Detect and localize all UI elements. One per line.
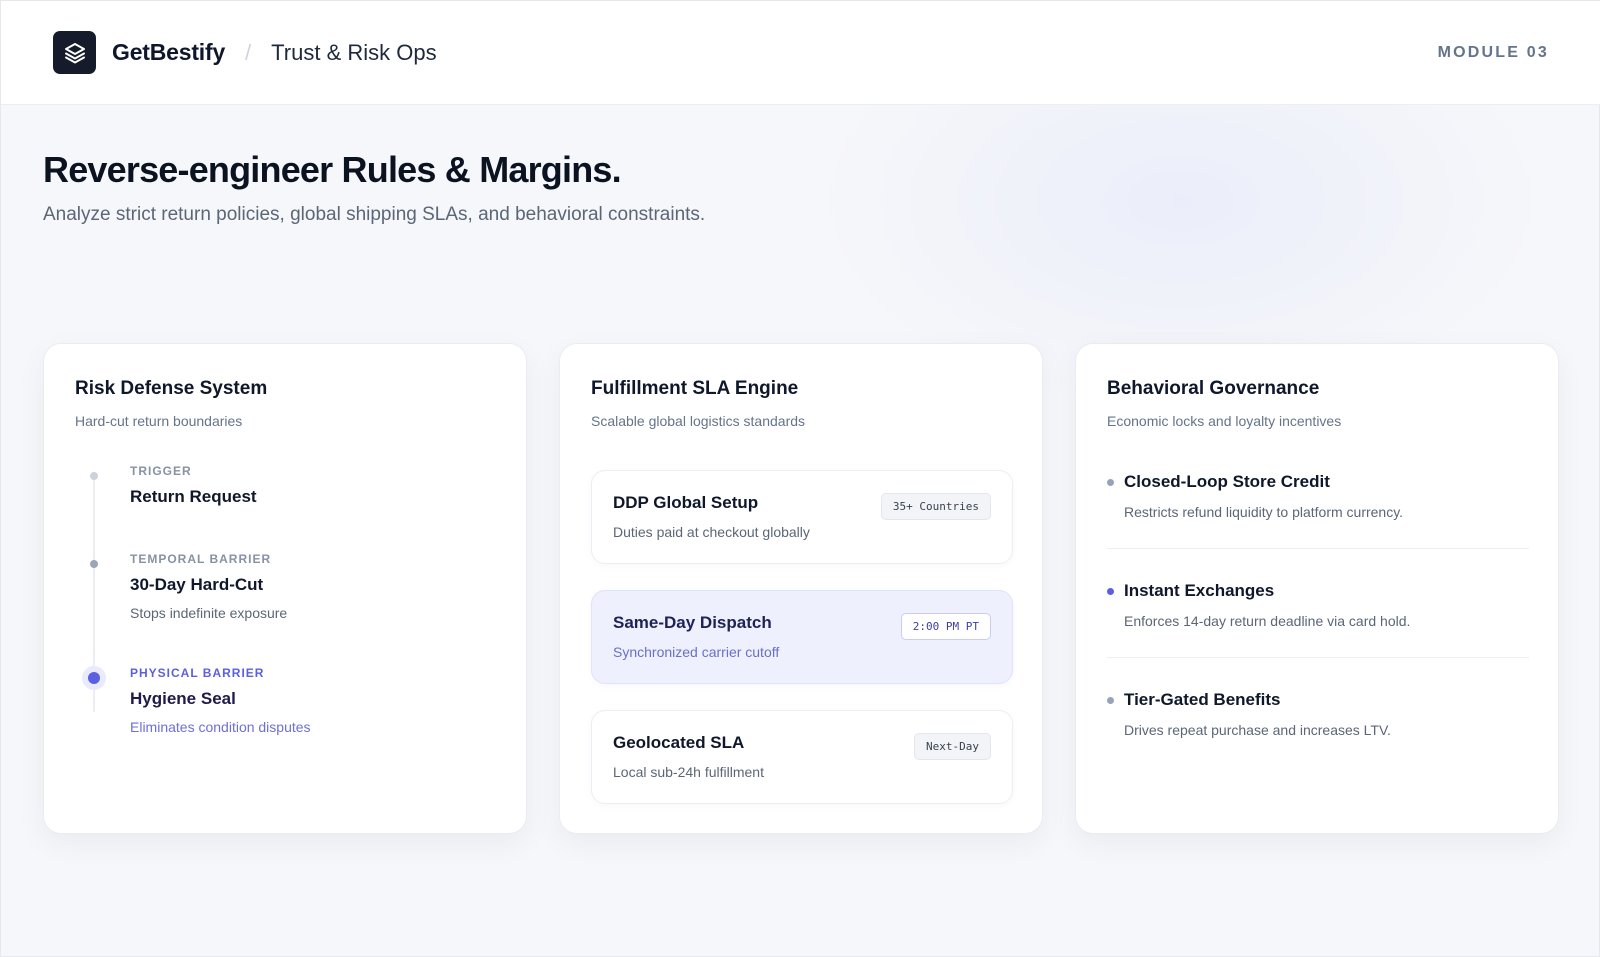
- governance-item[interactable]: Tier-Gated Benefits Drives repeat purcha…: [1107, 690, 1529, 738]
- timeline-dot: [90, 472, 98, 480]
- governance-description: Restricts refund liquidity to platform c…: [1124, 504, 1404, 520]
- fulfillment-sla-card: Fulfillment SLA Engine Scalable global l…: [559, 343, 1043, 834]
- bullet-dot: [1107, 696, 1114, 704]
- sla-item[interactable]: Geolocated SLA Local sub-24h fulfillment…: [591, 710, 1013, 804]
- app-frame: GetBestify / Trust & Risk Ops MODULE 03 …: [0, 0, 1600, 957]
- governance-item-header: Tier-Gated Benefits: [1107, 690, 1529, 710]
- card-subtitle: Hard-cut return boundaries: [75, 413, 243, 429]
- sla-badge: Next-Day: [914, 733, 991, 760]
- sla-item[interactable]: DDP Global Setup Duties paid at checkout…: [591, 470, 1013, 564]
- step-description: Stops indefinite exposure: [130, 605, 288, 621]
- step-title: Hygiene Seal: [130, 689, 236, 708]
- card-subtitle: Economic locks and loyalty incentives: [1107, 413, 1342, 429]
- bullet-dot: [1107, 478, 1114, 486]
- divider: [1107, 548, 1529, 549]
- step-description: Eliminates condition disputes: [130, 719, 311, 735]
- timeline-step-active[interactable]: PHYSICAL BARRIER Hygiene Seal Eliminates…: [75, 666, 495, 735]
- page-subtitle: Analyze strict return policies, global s…: [43, 204, 706, 225]
- timeline-step[interactable]: TRIGGER Return Request: [75, 464, 495, 507]
- sla-badge: 35+ Countries: [880, 493, 991, 520]
- sla-description: Local sub-24h fulfillment: [613, 764, 764, 780]
- step-title: 30-Day Hard-Cut: [130, 575, 264, 594]
- step-label: TRIGGER: [130, 464, 192, 478]
- governance-item-active[interactable]: Instant Exchanges Enforces 14-day return…: [1107, 581, 1529, 629]
- timeline-dot-active: [82, 666, 106, 690]
- sla-description: Synchronized carrier cutoff: [613, 644, 780, 660]
- governance-item-header: Instant Exchanges: [1107, 581, 1529, 601]
- card-subtitle: Scalable global logistics standards: [591, 413, 806, 429]
- bullet-dot-active: [1107, 587, 1114, 595]
- return-timeline: TRIGGER Return Request TEMPORAL BARRIER …: [75, 464, 495, 784]
- layers-icon[interactable]: [53, 31, 96, 74]
- step-label: TEMPORAL BARRIER: [130, 552, 272, 566]
- governance-title: Closed-Loop Store Credit: [1124, 472, 1330, 491]
- governance-title: Tier-Gated Benefits: [1124, 690, 1281, 709]
- breadcrumb[interactable]: Trust & Risk Ops: [271, 40, 436, 66]
- divider: [1107, 657, 1529, 658]
- card-title: Risk Defense System: [75, 378, 268, 399]
- card-title: Behavioral Governance: [1107, 378, 1320, 399]
- sla-description: Duties paid at checkout globally: [613, 524, 810, 540]
- card-title: Fulfillment SLA Engine: [591, 378, 799, 399]
- governance-item[interactable]: Closed-Loop Store Credit Restricts refun…: [1107, 472, 1529, 520]
- page-title: Reverse-engineer Rules & Margins.: [43, 149, 622, 190]
- timeline-step[interactable]: TEMPORAL BARRIER 30-Day Hard-Cut Stops i…: [75, 552, 495, 621]
- governance-title: Instant Exchanges: [1124, 581, 1275, 600]
- breadcrumb-separator: /: [245, 39, 252, 65]
- governance-description: Drives repeat purchase and increases LTV…: [1124, 722, 1391, 738]
- step-title: Return Request: [130, 487, 257, 506]
- module-label: MODULE 03: [1437, 43, 1549, 61]
- sla-badge: 2:00 PM PT: [900, 613, 991, 640]
- brand-name[interactable]: GetBestify: [112, 39, 225, 66]
- behavioral-governance-card: Behavioral Governance Economic locks and…: [1075, 343, 1559, 834]
- timeline-dot: [90, 560, 98, 568]
- top-header: GetBestify / Trust & Risk Ops MODULE 03: [1, 1, 1600, 105]
- governance-item-header: Closed-Loop Store Credit: [1107, 472, 1529, 492]
- sla-item-active[interactable]: Same-Day Dispatch Synchronized carrier c…: [591, 590, 1013, 684]
- step-label: PHYSICAL BARRIER: [130, 666, 265, 680]
- governance-description: Enforces 14-day return deadline via card…: [1124, 613, 1411, 629]
- risk-defense-card: Risk Defense System Hard-cut return boun…: [43, 343, 527, 834]
